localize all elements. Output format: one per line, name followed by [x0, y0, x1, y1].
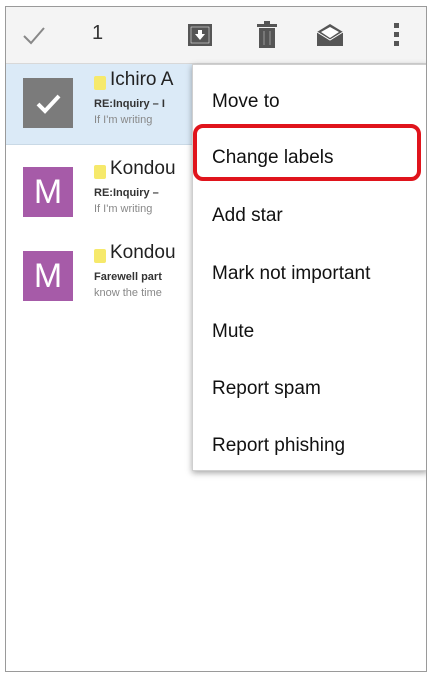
star-icon[interactable] — [94, 76, 106, 90]
star-icon[interactable] — [94, 249, 106, 263]
email-snippet: know the time — [94, 287, 162, 299]
overflow-icon[interactable] — [380, 19, 412, 51]
delete-icon[interactable] — [251, 19, 283, 51]
selected-check-avatar[interactable] — [23, 78, 73, 128]
email-sender: Kondou — [110, 158, 176, 179]
sender-avatar[interactable]: M — [23, 167, 73, 217]
archive-icon[interactable] — [184, 19, 216, 51]
menu-item-change-labels[interactable]: Change labels — [193, 133, 426, 183]
email-snippet: If I'm writing — [94, 203, 153, 215]
selection-action-bar: 1 — [6, 7, 426, 64]
menu-item-add-star[interactable]: Add star — [193, 191, 426, 241]
check-icon[interactable] — [20, 21, 48, 49]
phone-screen: 1 Ichiro A RE:Inquiry – I If I'm writing… — [5, 6, 427, 672]
menu-item-report-spam[interactable]: Report spam — [193, 364, 426, 414]
menu-item-mute[interactable]: Mute — [193, 307, 426, 357]
menu-item-mark-not-important[interactable]: Mark not important — [193, 249, 426, 299]
sender-avatar[interactable]: M — [23, 251, 73, 301]
star-icon[interactable] — [94, 165, 106, 179]
check-icon — [36, 94, 61, 114]
overflow-menu: Move to Change labels Add star Mark not … — [192, 64, 426, 471]
selected-count: 1 — [92, 22, 104, 44]
email-subject: Farewell part — [94, 271, 162, 283]
email-sender: Kondou — [110, 242, 176, 263]
menu-item-report-phishing[interactable]: Report phishing — [193, 421, 426, 471]
mark-unread-icon[interactable] — [314, 19, 346, 51]
email-subject: RE:Inquiry – I — [94, 98, 165, 110]
menu-item-move-to[interactable]: Move to — [193, 77, 426, 127]
email-sender: Ichiro A — [110, 69, 174, 90]
email-subject: RE:Inquiry – — [94, 187, 159, 199]
email-snippet: If I'm writing — [94, 114, 153, 126]
